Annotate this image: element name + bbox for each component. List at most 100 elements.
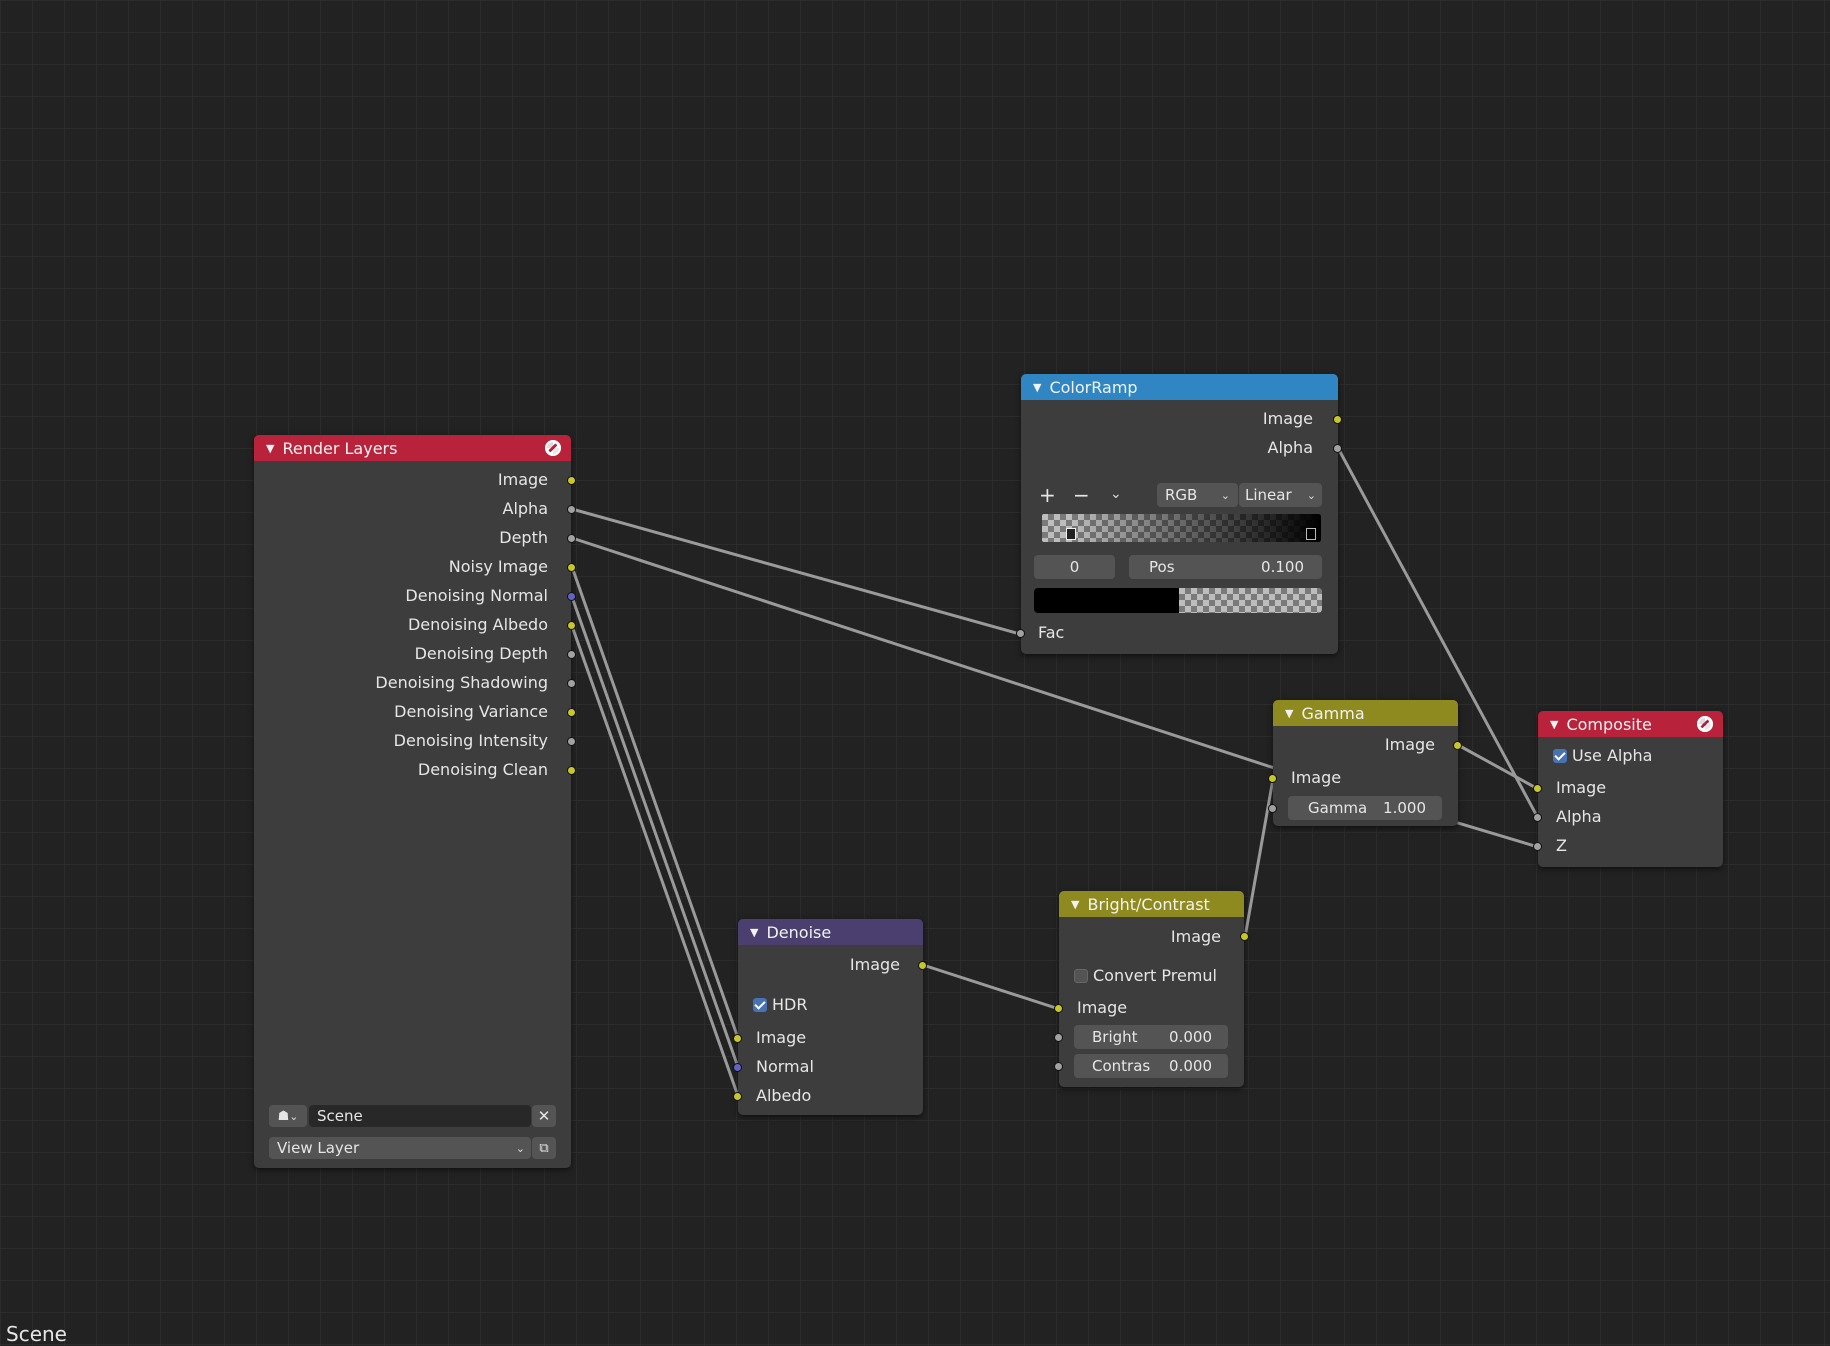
render-layers-header[interactable]: ▼ Render Layers bbox=[254, 435, 571, 461]
use-alpha-label: Use Alpha bbox=[1572, 746, 1653, 765]
bright-value: 0.000 bbox=[1169, 1028, 1212, 1046]
composite-input-image: Image bbox=[1556, 778, 1607, 797]
scene-users-icon: ☗ bbox=[277, 1108, 290, 1124]
view-layer-new-button[interactable]: ⧉ bbox=[532, 1137, 556, 1159]
link-alpha-to-fac bbox=[570, 507, 1022, 636]
render-layers-output-socket[interactable] bbox=[567, 563, 576, 572]
stop-position-field[interactable]: Pos 0.100 bbox=[1129, 555, 1322, 579]
bright-contrast-output-image-socket[interactable] bbox=[1240, 932, 1249, 941]
render-layers-output-socket[interactable] bbox=[567, 708, 576, 717]
denoise-input-image-socket[interactable] bbox=[733, 1034, 742, 1043]
scene-type-selector[interactable]: ☗ ⌄ bbox=[269, 1105, 307, 1127]
colorramp-input-fac: Fac bbox=[1038, 623, 1065, 642]
stop-index-field[interactable]: 0 bbox=[1034, 555, 1115, 579]
collapse-triangle-icon[interactable]: ▼ bbox=[1071, 898, 1079, 911]
gamma-header[interactable]: ▼ Gamma bbox=[1273, 700, 1458, 726]
bright-contrast-header[interactable]: ▼ Bright/Contrast bbox=[1059, 891, 1244, 917]
render-layers-output-socket[interactable] bbox=[567, 592, 576, 601]
stop-color-swatch[interactable] bbox=[1034, 588, 1322, 613]
view-layer-dropdown[interactable]: View Layer ⌄ bbox=[269, 1137, 531, 1159]
composite-input-z: Z bbox=[1556, 836, 1567, 855]
colorramp-output-image: Image bbox=[1262, 409, 1313, 428]
stop-index-value: 0 bbox=[1069, 558, 1080, 576]
gamma-output-image-socket[interactable] bbox=[1453, 741, 1462, 750]
render-layers-output-socket[interactable] bbox=[567, 650, 576, 659]
color-mode-dropdown[interactable]: RGB ⌄ bbox=[1157, 483, 1238, 507]
collapse-triangle-icon[interactable]: ▼ bbox=[750, 926, 758, 939]
color-mode-value: RGB bbox=[1165, 486, 1198, 504]
interpolation-value: Linear bbox=[1245, 486, 1292, 504]
render-icon[interactable] bbox=[545, 440, 561, 456]
colorramp-output-alpha-socket[interactable] bbox=[1333, 444, 1342, 453]
render-layers-output: Denoising Clean bbox=[417, 760, 548, 779]
scene-name-field[interactable]: Scene bbox=[309, 1105, 531, 1127]
render-layers-output-socket[interactable] bbox=[567, 476, 576, 485]
link-denoising-normal-to-normal bbox=[570, 595, 740, 1069]
colorramp-output-alpha: Alpha bbox=[1267, 438, 1314, 457]
gamma-input-image: Image bbox=[1291, 768, 1342, 787]
denoise-input-normal-socket[interactable] bbox=[733, 1063, 742, 1072]
link-denoise-to-brightcontrast bbox=[921, 963, 1061, 1011]
composite-input-alpha-socket[interactable] bbox=[1533, 813, 1542, 822]
render-layers-output-socket[interactable] bbox=[567, 766, 576, 775]
composite-input-image-socket[interactable] bbox=[1533, 784, 1542, 793]
denoise-input-normal: Normal bbox=[756, 1057, 814, 1076]
chevron-down-icon: ⌄ bbox=[515, 1141, 525, 1155]
composite-input-alpha: Alpha bbox=[1556, 807, 1602, 826]
render-layers-output-socket[interactable] bbox=[567, 679, 576, 688]
render-layers-output-socket[interactable] bbox=[567, 621, 576, 630]
collapse-triangle-icon[interactable]: ▼ bbox=[1285, 707, 1293, 720]
bright-input-socket[interactable] bbox=[1054, 1033, 1063, 1042]
denoise-input-albedo-socket[interactable] bbox=[733, 1092, 742, 1101]
render-layers-output-socket[interactable] bbox=[567, 737, 576, 746]
contrast-input-socket[interactable] bbox=[1054, 1062, 1063, 1071]
composite-input-z-socket[interactable] bbox=[1533, 842, 1542, 851]
colorramp-output-image-socket[interactable] bbox=[1333, 415, 1342, 424]
convert-premul-checkbox[interactable] bbox=[1074, 969, 1088, 983]
chevron-down-icon: ⌄ bbox=[1220, 488, 1230, 502]
scene-clear-button[interactable]: ✕ bbox=[532, 1105, 556, 1127]
render-layers-output: Denoising Variance bbox=[394, 702, 548, 721]
gamma-input-image-socket[interactable] bbox=[1268, 774, 1277, 783]
colorramp-add-button[interactable]: + bbox=[1039, 483, 1056, 507]
collapse-triangle-icon[interactable]: ▼ bbox=[266, 442, 274, 455]
node-title: ColorRamp bbox=[1049, 377, 1138, 397]
collapse-triangle-icon[interactable]: ▼ bbox=[1033, 381, 1041, 394]
contrast-value: 0.000 bbox=[1169, 1057, 1212, 1075]
denoise-input-albedo: Albedo bbox=[756, 1086, 812, 1105]
gamma-value-field[interactable]: Gamma 1.000 bbox=[1288, 796, 1442, 820]
pos-label: Pos bbox=[1149, 558, 1175, 576]
colorramp-specials-dropdown[interactable]: ⌄ bbox=[1110, 486, 1122, 502]
render-icon[interactable] bbox=[1697, 716, 1713, 732]
convert-premul-label: Convert Premul bbox=[1093, 966, 1217, 985]
colorramp-input-fac-socket[interactable] bbox=[1016, 629, 1025, 638]
duplicate-icon: ⧉ bbox=[539, 1140, 549, 1156]
use-alpha-checkbox[interactable] bbox=[1553, 749, 1567, 763]
render-layers-output-socket[interactable] bbox=[567, 505, 576, 514]
interpolation-dropdown[interactable]: Linear ⌄ bbox=[1239, 483, 1322, 507]
render-layers-output-socket[interactable] bbox=[567, 534, 576, 543]
pos-value: 0.100 bbox=[1261, 558, 1304, 576]
color-stop-left[interactable] bbox=[1066, 528, 1076, 540]
render-layers-output: Denoising Normal bbox=[405, 586, 548, 605]
denoise-header[interactable]: ▼ Denoise bbox=[738, 919, 923, 945]
render-layers-output: Noisy Image bbox=[448, 557, 548, 576]
bright-value-field[interactable]: Bright 0.000 bbox=[1074, 1025, 1228, 1049]
colorramp-remove-button[interactable]: − bbox=[1073, 483, 1090, 507]
denoise-input-image: Image bbox=[756, 1028, 807, 1047]
hdr-checkbox[interactable] bbox=[753, 998, 767, 1012]
composite-header[interactable]: ▼ Composite bbox=[1538, 711, 1723, 737]
gamma-value: 1.000 bbox=[1383, 799, 1426, 817]
contrast-value-field[interactable]: Contras 0.000 bbox=[1074, 1054, 1228, 1078]
link-brightcontrast-to-gamma bbox=[1243, 777, 1275, 939]
gamma-input-gamma-socket[interactable] bbox=[1268, 804, 1277, 813]
colorramp-header[interactable]: ▼ ColorRamp bbox=[1021, 374, 1338, 400]
bright-contrast-input-image-socket[interactable] bbox=[1054, 1004, 1063, 1013]
color-ramp-gradient[interactable] bbox=[1042, 514, 1321, 542]
denoise-output-image-socket[interactable] bbox=[918, 961, 927, 970]
collapse-triangle-icon[interactable]: ▼ bbox=[1550, 718, 1558, 731]
node-title: Bright/Contrast bbox=[1087, 894, 1210, 914]
link-denoising-albedo-to-albedo bbox=[570, 624, 740, 1098]
node-title: Composite bbox=[1566, 714, 1652, 734]
color-stop-right[interactable] bbox=[1306, 528, 1316, 540]
